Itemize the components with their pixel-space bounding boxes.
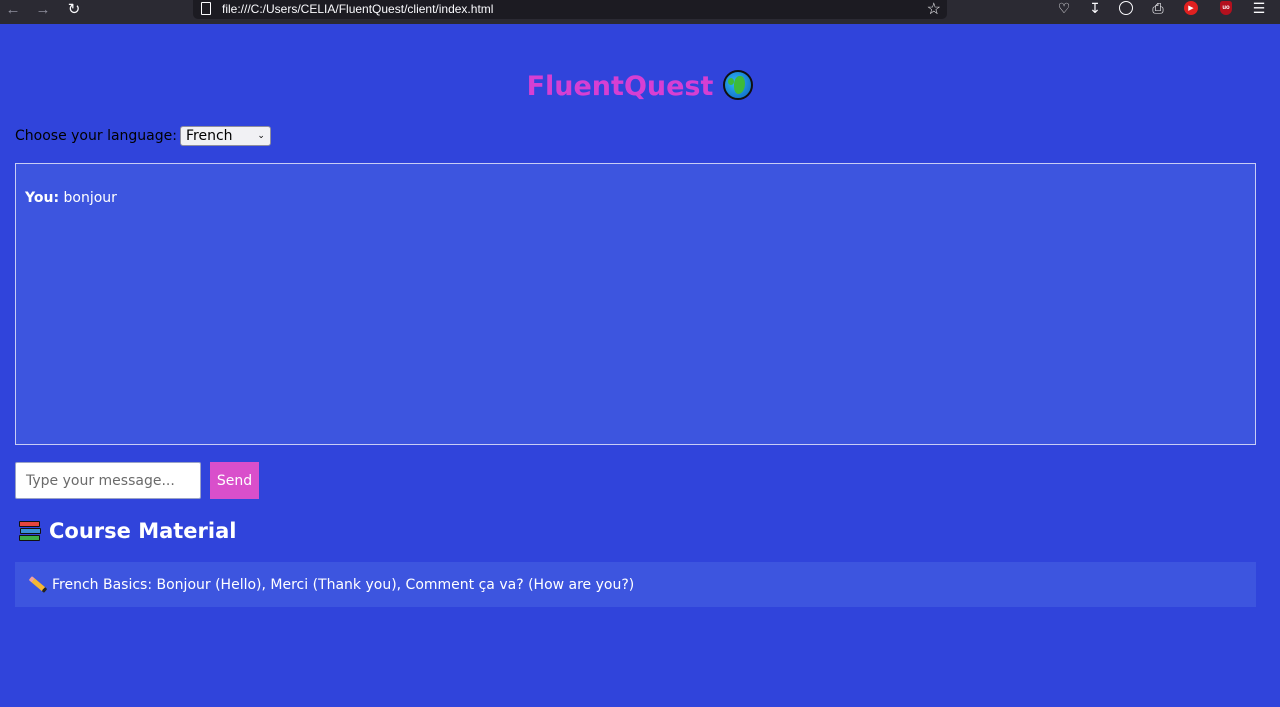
bookmark-star-icon[interactable]: ☆ xyxy=(927,0,941,19)
language-row: Choose your language: French ⌄ xyxy=(15,126,271,146)
page-icon xyxy=(201,2,211,15)
course-material-heading-text: Course Material xyxy=(49,519,237,543)
message-input[interactable]: Type your message... xyxy=(15,462,201,499)
address-bar[interactable]: file:///C:/Users/CELIA/FluentQuest/clien… xyxy=(193,0,947,19)
ublock-icon[interactable]: uo xyxy=(1220,1,1232,15)
language-label: Choose your language: xyxy=(15,128,177,144)
message-text: bonjour xyxy=(63,190,117,206)
back-icon[interactable]: ← xyxy=(2,0,24,18)
youtube-extension-icon[interactable]: ▶ xyxy=(1184,1,1198,15)
pocket-icon[interactable]: ♡ xyxy=(1055,0,1073,16)
pencil-icon xyxy=(28,576,48,593)
course-material-heading: Course Material xyxy=(18,519,236,543)
browser-toolbar: ← → ↻ file:///C:/Users/CELIA/FluentQuest… xyxy=(0,0,1280,24)
message-input-placeholder: Type your message... xyxy=(26,472,175,489)
downloads-icon[interactable]: ↧ xyxy=(1086,0,1104,16)
send-button[interactable]: Send xyxy=(210,462,259,499)
url-text[interactable]: file:///C:/Users/CELIA/FluentQuest/clien… xyxy=(222,2,493,16)
account-icon[interactable] xyxy=(1119,1,1133,15)
course-material-item: French Basics: Bonjour (Hello), Merci (T… xyxy=(15,562,1256,607)
forward-icon[interactable]: → xyxy=(32,0,54,18)
chat-message: You: bonjour xyxy=(25,190,1246,206)
language-select[interactable]: French ⌄ xyxy=(179,126,271,146)
chevron-down-icon: ⌄ xyxy=(257,131,265,141)
chat-box[interactable]: You: bonjour xyxy=(15,163,1256,445)
reload-icon[interactable]: ↻ xyxy=(63,0,85,18)
globe-icon xyxy=(723,70,754,100)
language-selected-value: French xyxy=(185,128,233,144)
app-title: FluentQuest xyxy=(0,70,1280,102)
course-material-text: French Basics: Bonjour (Hello), Merci (T… xyxy=(52,576,635,593)
message-sender: You: xyxy=(25,190,60,206)
extensions-icon[interactable]: ⎙ xyxy=(1149,0,1167,16)
app-title-text: FluentQuest xyxy=(526,71,714,102)
books-icon xyxy=(18,520,41,542)
menu-icon[interactable]: ☰ xyxy=(1250,0,1268,16)
